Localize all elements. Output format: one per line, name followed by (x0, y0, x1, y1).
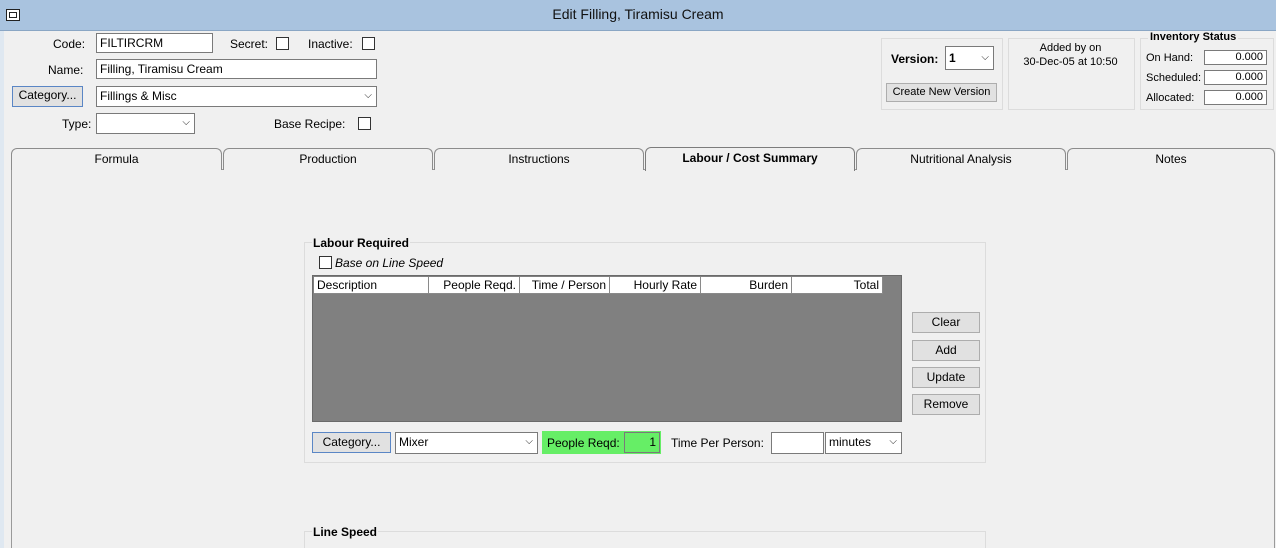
added-by-text: Added by on (1039, 42, 1102, 54)
column-header-description[interactable]: Description (314, 277, 429, 294)
chevron-down-icon: ⌵ (525, 436, 533, 447)
code-label: Code: (53, 37, 86, 51)
tab-formula[interactable]: Formula (11, 148, 222, 170)
tab-instructions[interactable]: Instructions (434, 148, 644, 170)
allocated-label: Allocated: (1146, 92, 1195, 104)
scheduled-label: Scheduled: (1146, 72, 1202, 84)
clear-button[interactable]: Clear (912, 312, 980, 333)
inactive-label: Inactive: (308, 37, 353, 51)
labour-title: Labour Required (312, 236, 411, 250)
labour-category-value: Mixer (399, 435, 429, 449)
chevron-down-icon: ⌵ (889, 436, 897, 447)
base-recipe-label: Base Recipe: (274, 117, 346, 131)
column-header-burden[interactable]: Burden (701, 277, 792, 294)
scheduled-value: 0.000 (1204, 70, 1267, 85)
line-speed-group (304, 531, 986, 548)
add-button[interactable]: Add (912, 340, 980, 361)
remove-button[interactable]: Remove (912, 394, 980, 415)
secret-label: Secret: (230, 37, 269, 51)
window-frame (0, 31, 4, 548)
column-header-time-person[interactable]: Time / Person (520, 277, 610, 294)
base-on-line-speed-checkbox[interactable] (319, 256, 332, 269)
name-label: Name: (48, 63, 84, 77)
window-title: Edit Filling, Tiramisu Cream (552, 6, 724, 22)
version-label: Version: (891, 52, 939, 66)
time-unit-value: minutes (829, 435, 872, 449)
time-unit-select[interactable]: minutes ⌵ (825, 432, 902, 454)
category-select-value: Fillings & Misc (100, 89, 177, 103)
people-reqd-input[interactable]: 1 (624, 432, 660, 453)
labour-category-select[interactable]: Mixer ⌵ (395, 432, 538, 454)
line-speed-title: Line Speed (312, 525, 379, 539)
inventory-title: Inventory Status (1148, 31, 1239, 43)
tab-notes[interactable]: Notes (1067, 148, 1275, 170)
time-per-person-label: Time Per Person: (671, 436, 764, 450)
allocated-value: 0.000 (1204, 90, 1267, 105)
tab-nutritional-analysis[interactable]: Nutritional Analysis (856, 148, 1066, 170)
people-reqd-label: People Reqd: (547, 436, 620, 450)
labour-category-button[interactable]: Category... (312, 432, 391, 453)
tab-labour-cost-summary[interactable]: Labour / Cost Summary (645, 147, 855, 171)
name-input[interactable]: Filling, Tiramisu Cream (96, 59, 377, 79)
tab-production[interactable]: Production (223, 148, 433, 170)
inactive-checkbox[interactable] (362, 37, 375, 50)
base-on-line-speed-label: Base on Line Speed (335, 256, 444, 270)
time-per-person-input[interactable] (771, 432, 824, 454)
update-button[interactable]: Update (912, 367, 980, 388)
chevron-down-icon: ⌵ (364, 90, 372, 101)
labour-table[interactable]: Description People Reqd. Time / Person H… (312, 275, 902, 422)
column-header-people-reqd[interactable]: People Reqd. (429, 277, 520, 294)
code-input[interactable]: FILTIRCRM (96, 33, 213, 53)
title-bar: Edit Filling, Tiramisu Cream (0, 0, 1276, 31)
chevron-down-icon: ⌵ (981, 52, 989, 63)
base-recipe-checkbox[interactable] (358, 117, 371, 130)
type-label: Type: (62, 117, 92, 131)
added-date-text: 30-Dec-05 at 10:50 (1023, 56, 1118, 68)
type-select[interactable]: ⌵ (96, 113, 195, 134)
chevron-down-icon: ⌵ (182, 117, 190, 128)
on-hand-value: 0.000 (1204, 50, 1267, 65)
create-new-version-button[interactable]: Create New Version (886, 83, 997, 102)
on-hand-label: On Hand: (1146, 52, 1194, 64)
version-select[interactable]: 1 ⌵ (945, 46, 994, 70)
category-select[interactable]: Fillings & Misc ⌵ (96, 86, 377, 107)
column-header-hourly-rate[interactable]: Hourly Rate (610, 277, 701, 294)
category-button[interactable]: Category... (12, 86, 83, 107)
version-select-value: 1 (949, 51, 956, 65)
column-header-total[interactable]: Total (792, 277, 883, 294)
secret-checkbox[interactable] (276, 37, 289, 50)
